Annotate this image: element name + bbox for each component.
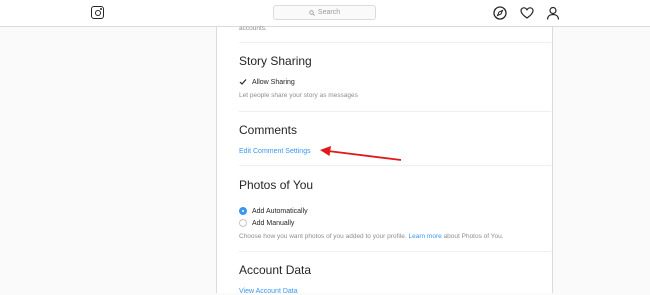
annotation-arrow-icon [320,146,402,161]
